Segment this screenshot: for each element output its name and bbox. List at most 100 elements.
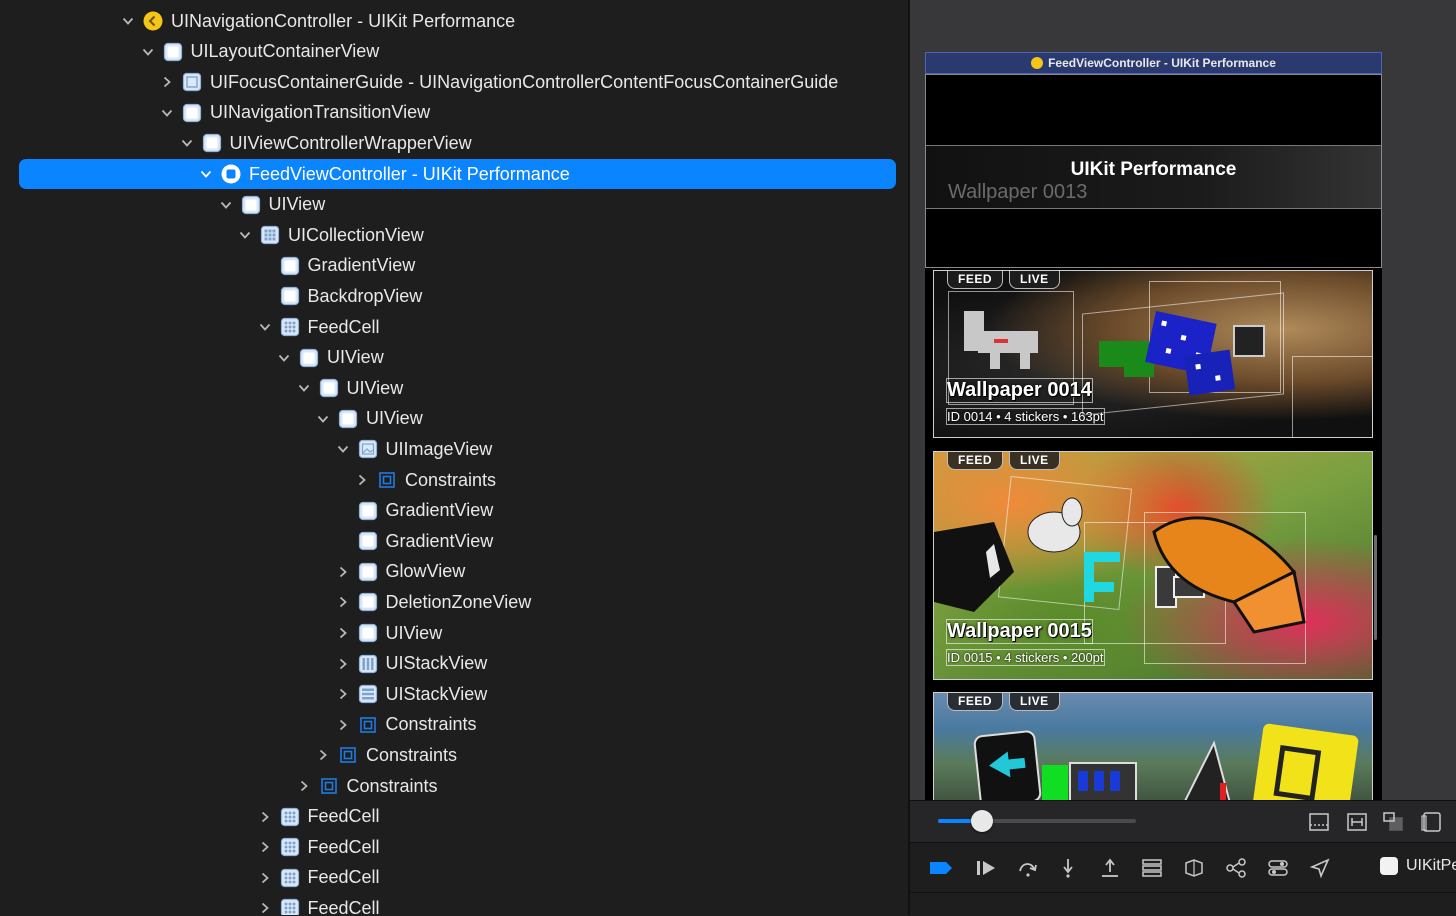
tree-row[interactable]: UILayoutContainerView xyxy=(0,37,908,67)
view-icon xyxy=(319,378,339,398)
chevron-right-icon[interactable] xyxy=(160,75,174,89)
chevron-right-icon[interactable] xyxy=(336,718,350,732)
tree-row[interactable]: UIFocusContainerGuide - UINavigationCont… xyxy=(0,67,908,97)
navigation-bar[interactable]: Wallpaper 0013 UIKit Performance xyxy=(925,74,1382,268)
memory-graph-icon[interactable] xyxy=(1182,857,1206,879)
tree-row-label: FeedCell xyxy=(307,897,380,915)
tree-row[interactable]: GradientView xyxy=(0,526,908,556)
feed-card[interactable]: FEED LIVE Wallpaper 0015 ID 0015 • 4 sti… xyxy=(933,451,1373,680)
sticker-art xyxy=(934,497,1306,634)
feed-card[interactable]: FEED LIVE xyxy=(933,692,1373,800)
tree-row[interactable]: Constraints xyxy=(0,771,908,801)
focus-guide-icon xyxy=(182,72,202,92)
chevron-down-icon[interactable] xyxy=(316,412,330,426)
view-debugger-canvas[interactable]: FeedViewController - UIKit Performance W… xyxy=(910,0,1456,800)
fit-height-icon[interactable] xyxy=(1308,811,1330,833)
tree-row[interactable]: UIImageView xyxy=(0,434,908,464)
orientation-icon[interactable] xyxy=(1420,811,1442,833)
tree-row-label: GradientView xyxy=(385,500,494,521)
tree-row[interactable]: UIView xyxy=(0,190,908,220)
tree-row[interactable]: FeedCell xyxy=(0,893,908,915)
tree-row[interactable]: FeedCell xyxy=(0,802,908,832)
tree-row[interactable]: GradientView xyxy=(0,496,908,526)
tree-row[interactable]: UIView xyxy=(0,343,908,373)
fit-width-icon[interactable] xyxy=(1346,811,1368,833)
collection-cell-icon xyxy=(280,317,300,337)
chevron-down-icon[interactable] xyxy=(336,442,350,456)
breakpoints-toggle-icon[interactable] xyxy=(928,857,952,879)
tree-row[interactable]: UINavigationTransitionView xyxy=(0,98,908,128)
canvas-scrollbar[interactable] xyxy=(1374,535,1377,640)
tree-row-label: UIStackView xyxy=(385,653,488,674)
tree-row-content: FeedCell xyxy=(258,893,380,915)
feed-card[interactable]: FEED LIVE Wallpaper 0014 ID 0014 • 4 sti… xyxy=(933,270,1373,438)
chevron-right-icon[interactable] xyxy=(297,779,311,793)
step-over-icon[interactable] xyxy=(1016,857,1040,879)
zoom-slider[interactable] xyxy=(938,810,1136,832)
tree-row[interactable]: Constraints xyxy=(0,710,908,740)
scene-title: FeedViewController - UIKit Performance xyxy=(1048,56,1276,70)
chevron-right-icon[interactable] xyxy=(336,595,350,609)
tree-row[interactable]: UIStackView xyxy=(0,649,908,679)
chevron-down-icon[interactable] xyxy=(297,381,311,395)
tree-row[interactable]: FeedCell xyxy=(0,832,908,862)
view-icon xyxy=(163,42,183,62)
chevron-right-icon[interactable] xyxy=(258,840,272,854)
chevron-down-icon[interactable] xyxy=(199,167,213,181)
chevron-down-icon[interactable] xyxy=(219,198,233,212)
chevron-right-icon[interactable] xyxy=(258,810,272,824)
chevron-down-icon[interactable] xyxy=(141,45,155,59)
show-clipped-icon[interactable] xyxy=(1382,811,1404,833)
chevron-down-icon[interactable] xyxy=(238,228,252,242)
step-into-icon[interactable] xyxy=(1056,857,1080,879)
tree-row[interactable]: GlowView xyxy=(0,557,908,587)
location-arrow-icon[interactable] xyxy=(1308,857,1332,879)
chevron-right-icon[interactable] xyxy=(336,565,350,579)
collection-cell-icon xyxy=(280,807,300,827)
tree-row[interactable]: UICollectionView xyxy=(0,220,908,250)
process-selector[interactable]: UIKitPerfo xyxy=(1380,857,1456,875)
tree-row[interactable]: FeedCell xyxy=(0,863,908,893)
tree-row[interactable]: UINavigationController - UIKit Performan… xyxy=(0,6,908,36)
tree-row[interactable]: UIStackView xyxy=(0,679,908,709)
continue-icon[interactable] xyxy=(974,857,998,879)
tree-row-selected[interactable]: FeedViewController - UIKit Performance xyxy=(0,159,908,189)
chevron-right-icon[interactable] xyxy=(336,626,350,640)
tree-row[interactable]: UIViewControllerWrapperView xyxy=(0,128,908,158)
chevron-right-icon[interactable] xyxy=(316,748,330,762)
step-out-icon[interactable] xyxy=(1098,857,1122,879)
tree-row[interactable]: Constraints xyxy=(0,740,908,770)
tree-row[interactable]: GradientView xyxy=(0,251,908,281)
chevron-down-icon[interactable] xyxy=(258,320,272,334)
debug-bar: UIKitPerfo xyxy=(910,842,1456,893)
debug-view-hierarchy-icon[interactable] xyxy=(1140,857,1164,879)
scene-title-bar[interactable]: FeedViewController - UIKit Performance xyxy=(925,52,1382,74)
tree-row[interactable]: UIView xyxy=(0,373,908,403)
tree-row[interactable]: DeletionZoneView xyxy=(0,587,908,617)
chevron-right-icon[interactable] xyxy=(258,871,272,885)
zoom-slider-knob[interactable] xyxy=(970,810,993,832)
chevron-down-icon[interactable] xyxy=(180,136,194,150)
tree-row-label: BackdropView xyxy=(307,285,423,306)
simulate-location-icon[interactable] xyxy=(1266,857,1290,879)
device-screen[interactable]: Wallpaper 0013 UIKit Performance FEED LI… xyxy=(925,74,1382,800)
chevron-right-icon[interactable] xyxy=(336,687,350,701)
chevron-down-icon[interactable] xyxy=(160,106,174,120)
environment-overrides-icon[interactable] xyxy=(1224,857,1248,879)
card-title: Wallpaper 0015 xyxy=(946,619,1093,644)
tree-row[interactable]: BackdropView xyxy=(0,281,908,311)
chevron-right-icon[interactable] xyxy=(355,473,369,487)
chevron-right-icon[interactable] xyxy=(258,901,272,915)
tree-row-label: UILayoutContainerView xyxy=(190,41,380,62)
tree-row[interactable]: FeedCell xyxy=(0,312,908,342)
tree-row[interactable]: Constraints xyxy=(0,465,908,495)
chevron-down-icon[interactable] xyxy=(121,14,135,28)
tree-row-label: UIStackView xyxy=(385,683,488,704)
tree-row-label: GradientView xyxy=(385,530,494,551)
app-icon xyxy=(1380,857,1398,875)
tree-row[interactable]: UIView xyxy=(0,618,908,648)
tree-row[interactable]: UIView xyxy=(0,404,908,434)
chevron-down-icon[interactable] xyxy=(277,351,291,365)
collection-cell-icon xyxy=(280,837,300,857)
chevron-right-icon[interactable] xyxy=(336,657,350,671)
